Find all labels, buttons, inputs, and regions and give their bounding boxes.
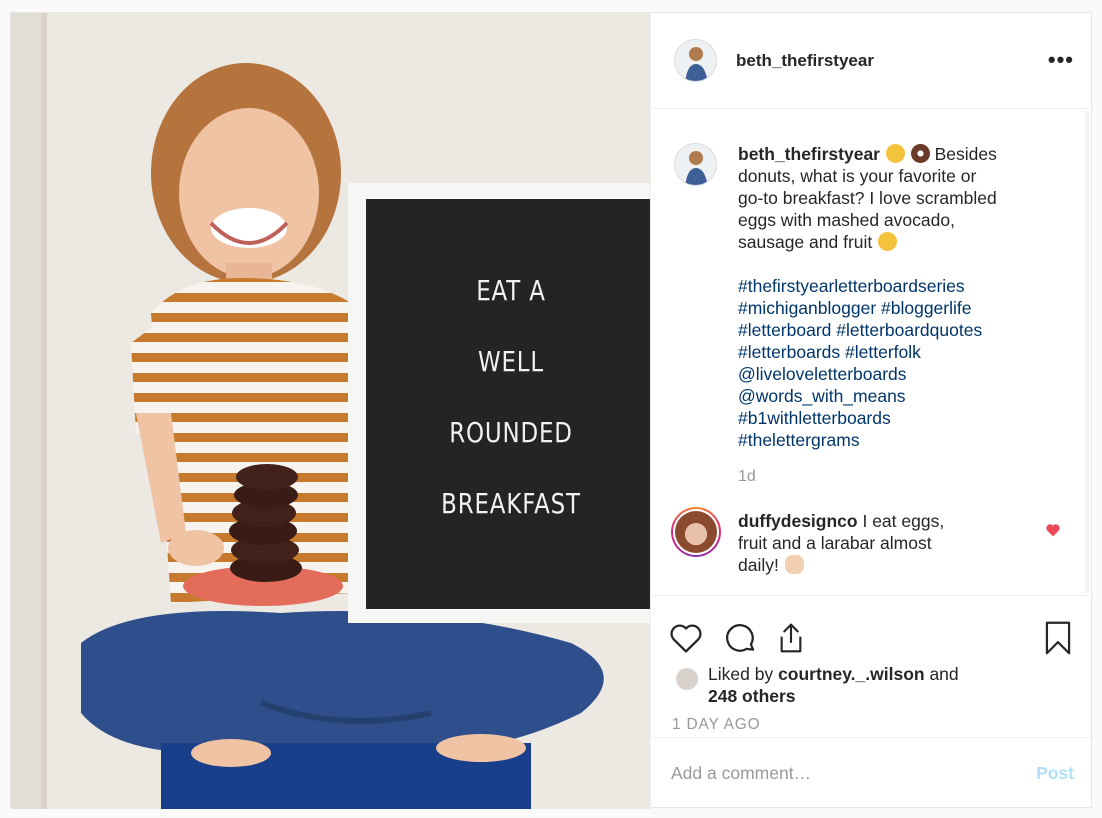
caption-avatar-image	[675, 144, 716, 185]
photo-illustration	[11, 13, 650, 809]
liker-username[interactable]: courtney._.wilson	[778, 664, 925, 684]
comment-like-heart-icon[interactable]	[1045, 523, 1061, 537]
hashtag-link[interactable]: #b1withletterboards	[738, 407, 1058, 429]
comments-scrollbar[interactable]	[1085, 111, 1089, 593]
hashtag-list: #thefirstyearletterboardseries #michigan…	[738, 275, 1058, 451]
rolling-laughing-emoji	[885, 144, 905, 163]
hashtag-link[interactable]: #michiganblogger #bloggerlife	[738, 297, 1058, 319]
more-options-button[interactable]: •••	[1048, 47, 1074, 73]
post-header: beth_thefirstyear •••	[651, 13, 1094, 109]
likes-summary: Liked by courtney._.wilson and 248 other…	[708, 663, 959, 707]
post-photo[interactable]: EAT A WELL ROUNDED BREAKFAST	[11, 13, 650, 809]
hashtag-link[interactable]: #thefirstyearletterboardseries	[738, 275, 1058, 297]
mention-link[interactable]: @words_with_means	[738, 385, 1058, 407]
bookmark-icon[interactable]	[1043, 620, 1073, 656]
author-avatar-image	[675, 40, 716, 81]
comment: duffydesignco I eat eggs, fruit and a la…	[738, 510, 1018, 576]
caption-avatar[interactable]	[674, 143, 717, 186]
board-line-2: WELL	[477, 345, 545, 378]
liker-avatar[interactable]	[674, 666, 700, 692]
caption-line-4: eggs with mashed avocado,	[738, 210, 955, 230]
post-side-panel: beth_thefirstyear ••• beth_thefirstyear …	[650, 13, 1094, 809]
comment-icon[interactable]	[724, 622, 758, 656]
board-line-4: BREAKFAST	[441, 487, 581, 520]
caption-author[interactable]: beth_thefirstyear	[738, 144, 880, 164]
comment-line-3: daily!	[738, 555, 779, 575]
caption-age[interactable]: 1d	[738, 468, 756, 486]
likes-prefix: Liked by	[708, 664, 774, 684]
comment-input[interactable]	[671, 760, 1011, 786]
author-avatar[interactable]	[674, 39, 717, 82]
instagram-post: EAT A WELL ROUNDED BREAKFAST beth_thefir…	[10, 12, 1094, 809]
ok-hand-emoji	[784, 555, 804, 574]
heart-icon[interactable]	[669, 622, 703, 654]
board-line-1: EAT A	[476, 274, 546, 307]
caption-line-1: Besides	[934, 144, 997, 164]
hashtag-link[interactable]: #letterboard #letterboardquotes	[738, 319, 1058, 341]
caption-line-2: donuts, what is your favorite or	[738, 166, 977, 186]
likes-count-link[interactable]: 248 others	[708, 686, 796, 706]
comments-area: beth_thefirstyear Besides donuts, what i…	[651, 109, 1094, 595]
post-caption: beth_thefirstyear Besides donuts, what i…	[738, 143, 1058, 451]
board-line-3: ROUNDED	[449, 416, 573, 449]
comment-line-1: I eat eggs,	[862, 511, 945, 531]
share-icon[interactable]	[775, 620, 807, 656]
hashtag-link[interactable]: #thelettergrams	[738, 429, 1058, 451]
post-timestamp[interactable]: 1 DAY AGO	[672, 716, 760, 734]
caption-line-5: sausage and fruit	[738, 232, 873, 252]
commenter-avatar-ring	[673, 509, 719, 555]
post-comment-button[interactable]: Post	[1036, 763, 1074, 784]
post-actions: Liked by courtney._.wilson and 248 other…	[651, 595, 1094, 737]
mention-link[interactable]: @liveloveletterboards	[738, 363, 1058, 385]
heart-eyes-emoji	[878, 232, 898, 251]
comment-author[interactable]: duffydesignco	[738, 511, 858, 531]
caption-line-3: go-to breakfast? I love scrambled	[738, 188, 997, 208]
comment-line-2: fruit and a larabar almost	[738, 533, 932, 553]
author-username[interactable]: beth_thefirstyear	[736, 51, 874, 71]
add-comment-bar: Post	[651, 737, 1094, 809]
commenter-avatar-image	[675, 511, 717, 553]
hashtag-link[interactable]: #letterboards #letterfolk	[738, 341, 1058, 363]
commenter-avatar[interactable]	[671, 507, 721, 557]
likes-and: and	[929, 664, 959, 684]
donut-emoji	[910, 144, 930, 163]
